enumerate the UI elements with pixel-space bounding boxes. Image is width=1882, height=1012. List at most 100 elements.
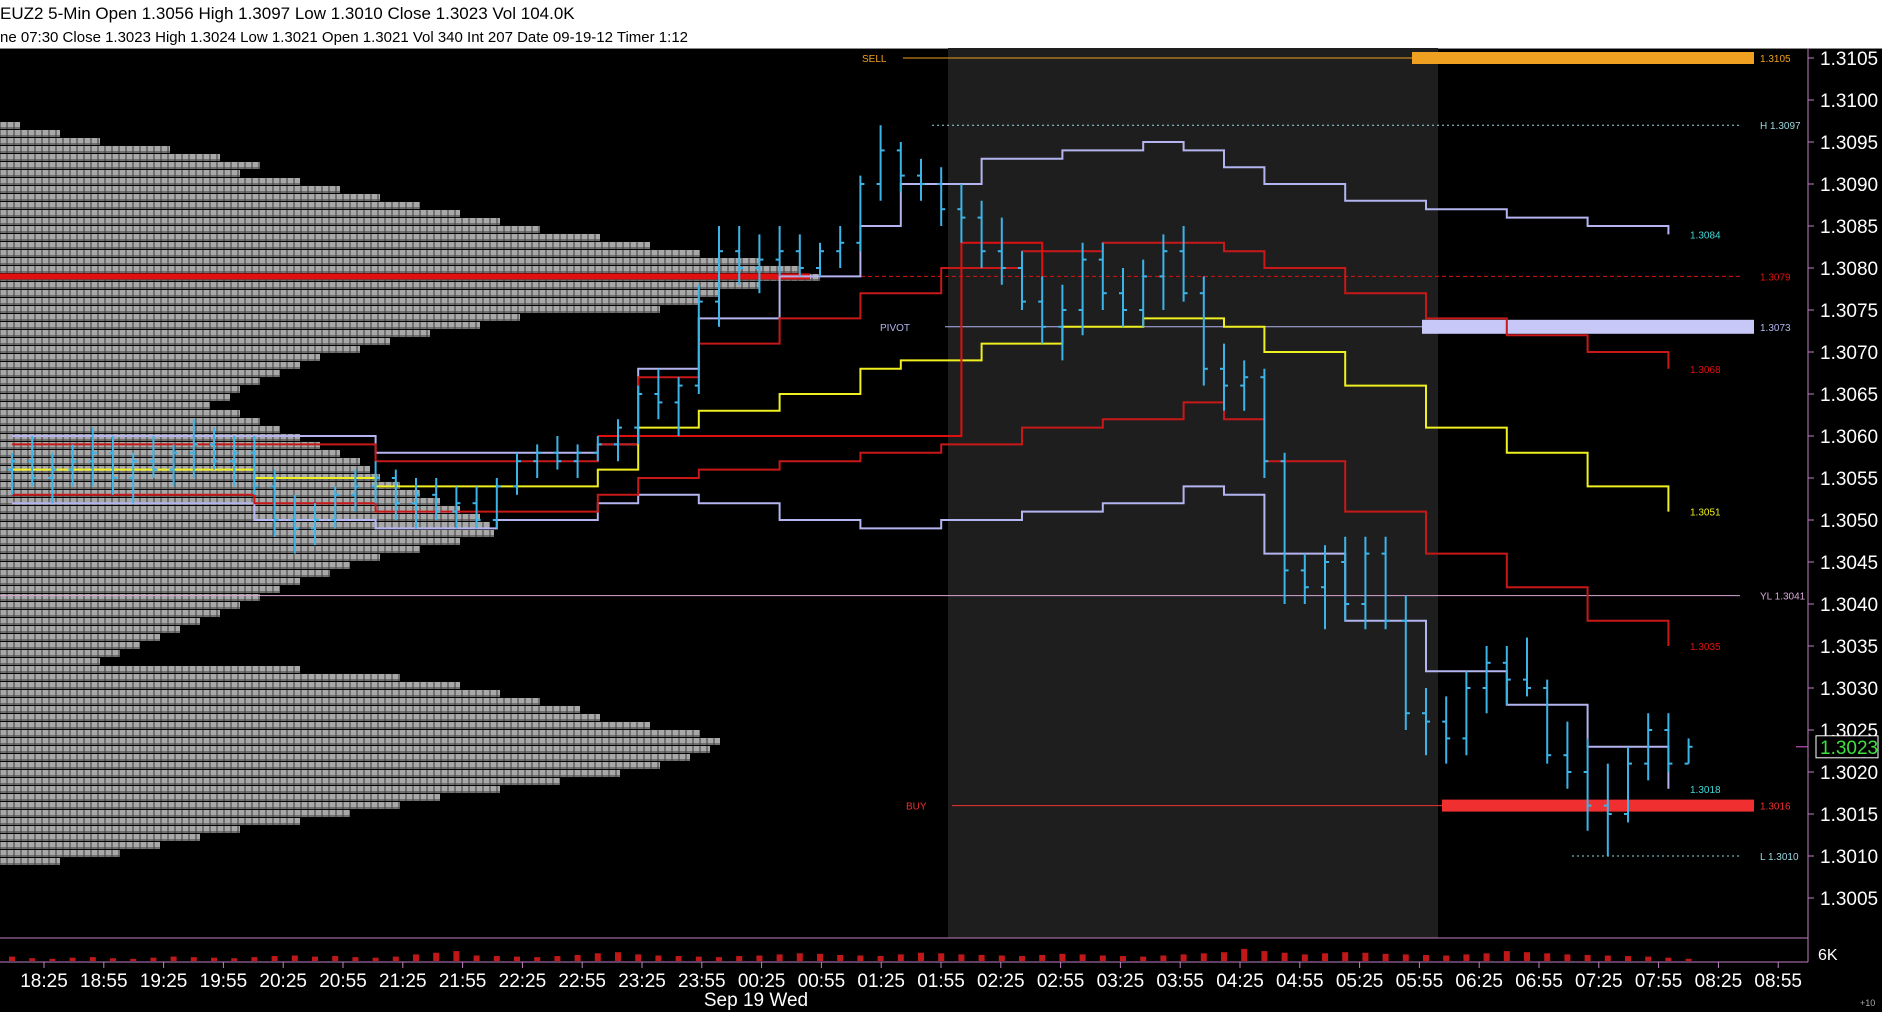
profile-row: [0, 186, 340, 193]
band-label: 1.3068: [1690, 365, 1721, 376]
profile-row: [0, 658, 100, 665]
profile-row: [0, 682, 460, 689]
level-label-h: H 1.3097: [1760, 121, 1801, 132]
pivot-zone-box: [1422, 319, 1754, 334]
level-label-pivot: 1.3073: [1760, 323, 1791, 334]
profile-row: [0, 370, 280, 377]
profile-row: [0, 546, 420, 553]
sell-zone-box: [1412, 52, 1754, 64]
time-tick-label: 20:25: [259, 971, 307, 992]
volume-bar: [1281, 952, 1288, 961]
profile-row: [0, 690, 500, 697]
profile-row: [0, 706, 580, 713]
volume-bar: [1402, 954, 1409, 961]
price-tick-label: 1.3045: [1820, 553, 1878, 574]
profile-row: [0, 170, 240, 177]
time-axis[interactable]: 18:25 18:55 19:25 19:55 20:25 20:55 21:25 21:55…: [20, 962, 1875, 1011]
profile-row: [0, 738, 720, 745]
profile-row: [0, 514, 480, 521]
band-label: 1.3035: [1690, 642, 1721, 653]
profile-row: [0, 314, 520, 321]
volume-bar: [574, 954, 581, 961]
price-tick-label: 1.3065: [1820, 385, 1878, 406]
time-tick-label: 18:25: [20, 971, 68, 992]
profile-row: [0, 778, 560, 785]
volume-bar: [271, 956, 278, 961]
profile-row: [0, 122, 20, 129]
time-tick-label: 00:25: [738, 971, 786, 992]
level-tag-buy: BUY: [906, 802, 927, 813]
profile-row: [0, 794, 440, 801]
volume-bar: [1382, 953, 1389, 961]
volume-bar: [1604, 955, 1611, 961]
price-tick-label: 1.3090: [1820, 175, 1878, 196]
profile-row: [0, 226, 540, 233]
time-tick-label: 02:25: [977, 971, 1025, 992]
volume-scale-label: 6K: [1818, 947, 1838, 964]
corner-label: +10: [1860, 998, 1875, 1008]
volume-bar: [897, 954, 904, 961]
band-label: 1.3084: [1690, 230, 1721, 241]
profile-row: [0, 850, 120, 857]
volume-bar: [1625, 956, 1631, 961]
profile-row: [0, 586, 280, 593]
volume-bar: [1544, 953, 1551, 961]
profile-row: [0, 330, 430, 337]
price-tick-label: 1.3060: [1820, 427, 1878, 448]
volume-bar: [473, 955, 480, 961]
time-tick-label: 05:55: [1396, 971, 1444, 992]
volume-bar: [1463, 954, 1470, 961]
volume-bar: [231, 958, 238, 961]
profile-row: [0, 826, 240, 833]
volume-bar: [392, 956, 399, 961]
buy-zone-box: [1442, 799, 1754, 812]
volume-bar: [796, 953, 803, 961]
price-tick-label: 1.3075: [1820, 301, 1878, 322]
profile-row: [0, 802, 400, 809]
profile-row: [0, 554, 380, 561]
volume-bar: [1503, 951, 1510, 961]
time-tick-label: 00:55: [798, 971, 846, 992]
volume-bar: [1685, 958, 1692, 961]
volume-bar: [1019, 956, 1025, 961]
time-tick-label: 08:25: [1695, 971, 1743, 992]
price-tick-label: 1.3085: [1820, 217, 1878, 238]
volume-bar: [695, 956, 702, 961]
price-tick-label: 1.3030: [1820, 679, 1878, 700]
profile-row: [0, 730, 700, 737]
time-tick-label: 19:25: [140, 971, 188, 992]
price-axis[interactable]: 1.3105 1.3100 1.3095 1.3090 1.3085 1.3080 1.30…: [1796, 48, 1879, 962]
volume-bar: [1423, 954, 1429, 961]
profile-row: [0, 394, 230, 401]
price-tick-label: 1.3080: [1820, 259, 1878, 280]
profile-row: [0, 858, 60, 865]
time-tick-label: 21:55: [439, 971, 487, 992]
last-price-label: 1.3023: [1820, 738, 1878, 759]
price-tick-label: 1.3020: [1820, 763, 1878, 784]
volume-profile: [0, 122, 820, 865]
profile-row: [0, 378, 260, 385]
profile-row: [0, 210, 460, 217]
volume-bar: [352, 957, 359, 961]
price-tick-label: 1.3055: [1820, 469, 1878, 490]
time-tick-label: 23:55: [678, 971, 726, 992]
profile-row: [0, 402, 210, 409]
volume-bar: [1140, 956, 1147, 961]
profile-row: [0, 610, 220, 617]
level-label-buy: 1.3016: [1760, 802, 1791, 813]
volume-bar: [998, 955, 1005, 961]
profile-row: [0, 138, 100, 145]
profile-row: [0, 626, 180, 633]
volume-bar: [150, 957, 157, 961]
volume-bar: [756, 955, 763, 961]
price-tick-label: 1.3095: [1820, 133, 1878, 154]
profile-row: [0, 130, 60, 137]
volume-bar: [1362, 952, 1369, 961]
volume-bar: [554, 956, 561, 961]
time-tick-label: 20:55: [319, 971, 367, 992]
profile-row: [0, 490, 420, 497]
time-tick-label: 04:25: [1216, 971, 1264, 992]
price-chart[interactable]: 1.3105 SELL H 1.3097 1.3079 1.3073 PIVOT YL 1.…: [0, 0, 1882, 1012]
profile-row: [0, 642, 140, 649]
profile-row: [0, 386, 240, 393]
